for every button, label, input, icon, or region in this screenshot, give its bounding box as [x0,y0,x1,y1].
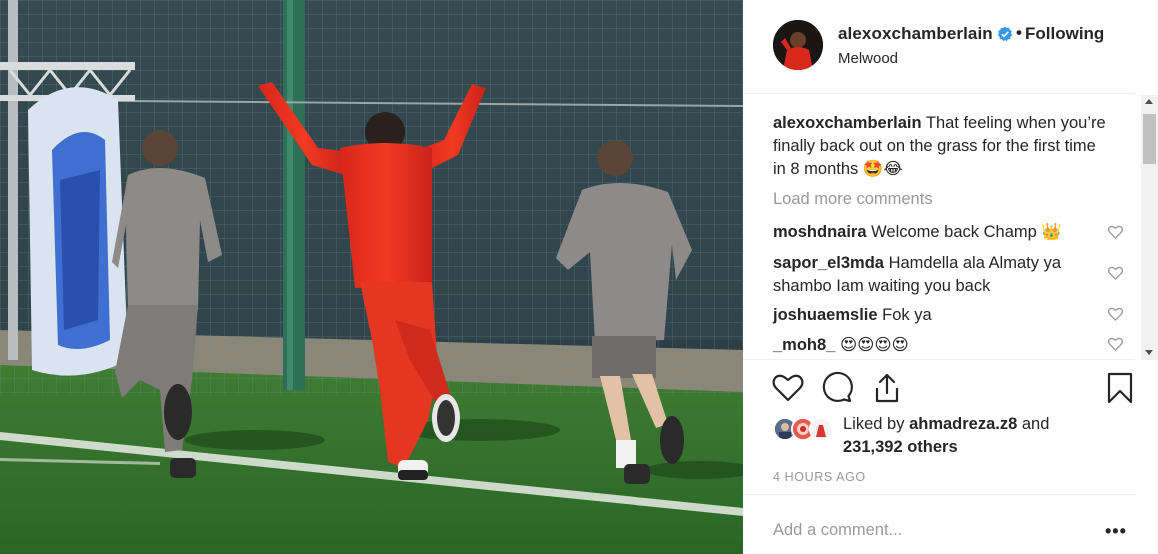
post-photo[interactable] [0,0,743,554]
post-caption: alexoxchamberlain That feeling when you’… [773,112,1113,181]
comment-username[interactable]: moshdnaira [773,223,867,241]
comment-text: Welcome back Champ 👑 [871,223,1062,241]
verified-badge-icon [997,26,1013,42]
small-heart-icon[interactable] [1108,225,1123,239]
comment-row: sapor_el3mda Hamdella ala Almaty ya sham… [773,252,1083,298]
small-heart-icon[interactable] [1108,307,1123,321]
scroll-up-arrow-icon[interactable] [1145,99,1153,104]
comment-text: Fok ya [882,306,932,324]
scrollbar-thumb[interactable] [1143,114,1156,164]
author-username[interactable]: alexoxchamberlain [838,24,993,44]
add-comment-bar: Add a comment... ••• [743,494,1135,554]
comment-username[interactable]: _moh8_ [773,336,835,354]
post-timestamp[interactable]: 4 HOURS AGO [773,470,866,484]
share-icon[interactable] [870,371,904,405]
following-button[interactable]: Following [1025,24,1104,44]
header-separator: • [1016,23,1022,42]
training-ground-image [0,0,743,554]
add-comment-input[interactable]: Add a comment... [773,521,902,540]
comment-username[interactable]: sapor_el3mda [773,254,884,272]
comment-row: moshdnaira Welcome back Champ 👑 [773,221,1083,244]
likes-text: Liked by ahmadreza.z8 and 231,392 others [843,413,1103,459]
comment-text: 😍😍😍😍 [839,336,909,354]
load-more-comments-button[interactable]: Load more comments [773,190,933,209]
comment-username[interactable]: joshuaemslie [773,306,878,324]
more-options-button[interactable]: ••• [1105,521,1127,542]
likes-connector: and [1021,415,1050,433]
comment-row: _moh8_ 😍😍😍😍 [773,334,1083,357]
post-details-panel: alexoxchamberlain • Following Melwood al… [743,0,1158,554]
bookmark-icon[interactable] [1103,371,1137,405]
small-heart-icon[interactable] [1108,337,1123,351]
comment-bubble-icon[interactable] [820,371,854,405]
liker-avatar[interactable] [809,417,833,441]
liker-username[interactable]: ahmadreza.z8 [909,415,1017,433]
post-header: alexoxchamberlain • Following Melwood [743,0,1135,94]
scroll-down-arrow-icon[interactable] [1145,350,1153,355]
post-location[interactable]: Melwood [838,50,898,67]
action-bar [743,361,1135,415]
author-avatar[interactable] [773,20,823,70]
comments-section[interactable]: alexoxchamberlain That feeling when you’… [743,95,1135,360]
likes-count[interactable]: 231,392 others [843,438,958,456]
likes-prefix: Liked by [843,415,905,433]
comment-row: joshuaemslie Fok ya [773,304,1083,327]
small-heart-icon[interactable] [1108,266,1123,280]
caption-username[interactable]: alexoxchamberlain [773,114,922,132]
comments-scrollbar[interactable] [1141,95,1158,360]
heart-icon[interactable] [771,371,805,405]
